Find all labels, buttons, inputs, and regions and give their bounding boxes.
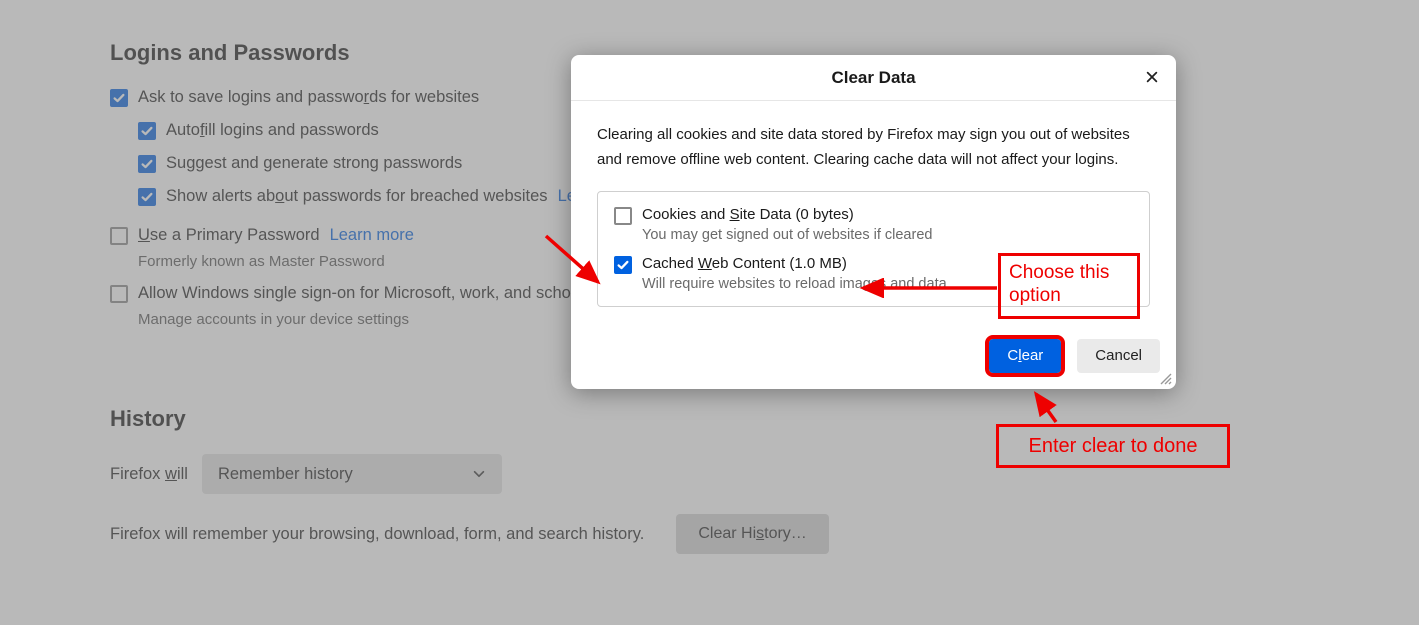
learn-more-link[interactable]: Learn more xyxy=(330,226,414,245)
checkbox-checked-icon[interactable] xyxy=(138,122,156,140)
checkbox-checked-icon[interactable] xyxy=(614,256,632,274)
history-will-row: Firefox will Remember history xyxy=(110,454,1419,494)
dialog-actions: Clear Cancel xyxy=(571,325,1176,389)
history-desc-row: Firefox will remember your browsing, dow… xyxy=(110,514,1419,554)
cookies-label: Cookies and Site Data (0 bytes) xyxy=(642,206,932,223)
resize-grip-icon[interactable] xyxy=(1159,372,1173,386)
ask-save-logins-label: Ask to save logins and passwords for web… xyxy=(138,88,479,107)
dialog-body: Clearing all cookies and site data store… xyxy=(571,101,1176,325)
checkbox-checked-icon[interactable] xyxy=(138,188,156,206)
windows-sso-label: Allow Windows single sign-on for Microso… xyxy=(138,284,571,303)
clear-data-dialog: Clear Data Clearing all cookies and site… xyxy=(571,55,1176,389)
history-desc: Firefox will remember your browsing, dow… xyxy=(110,525,644,544)
close-button[interactable] xyxy=(1140,65,1164,89)
clear-button[interactable]: Clear xyxy=(989,339,1061,373)
checkbox-checked-icon[interactable] xyxy=(110,89,128,107)
close-icon xyxy=(1145,70,1159,84)
history-heading: History xyxy=(110,406,1419,432)
autofill-label: Autofill logins and passwords xyxy=(166,121,379,140)
cookies-option[interactable]: Cookies and Site Data (0 bytes) You may … xyxy=(614,206,1133,243)
dialog-title: Clear Data xyxy=(831,68,915,88)
history-will-label: Firefox will xyxy=(110,465,188,484)
cache-option[interactable]: Cached Web Content (1.0 MB) Will require… xyxy=(614,255,1133,292)
alerts-label: Show alerts about passwords for breached… xyxy=(166,187,548,206)
checkbox-unchecked-icon[interactable] xyxy=(110,227,128,245)
checkbox-unchecked-icon[interactable] xyxy=(614,207,632,225)
checkbox-checked-icon[interactable] xyxy=(138,155,156,173)
options-box: Cookies and Site Data (0 bytes) You may … xyxy=(597,191,1150,307)
history-section: History Firefox will Remember history Fi… xyxy=(110,406,1419,554)
suggest-label: Suggest and generate strong passwords xyxy=(166,154,462,173)
history-mode-value: Remember history xyxy=(218,465,353,484)
cancel-button[interactable]: Cancel xyxy=(1077,339,1160,373)
clear-history-button[interactable]: Clear History… xyxy=(676,514,828,554)
dialog-header: Clear Data xyxy=(571,55,1176,101)
dialog-description: Clearing all cookies and site data store… xyxy=(597,123,1150,173)
checkbox-unchecked-icon[interactable] xyxy=(110,285,128,303)
chevron-down-icon xyxy=(472,467,486,481)
cache-sublabel: Will require websites to reload images a… xyxy=(642,276,947,292)
cache-label: Cached Web Content (1.0 MB) xyxy=(642,255,947,272)
history-mode-select[interactable]: Remember history xyxy=(202,454,502,494)
primary-password-label: Use a Primary Password xyxy=(138,226,320,245)
cookies-sublabel: You may get signed out of websites if cl… xyxy=(642,227,932,243)
